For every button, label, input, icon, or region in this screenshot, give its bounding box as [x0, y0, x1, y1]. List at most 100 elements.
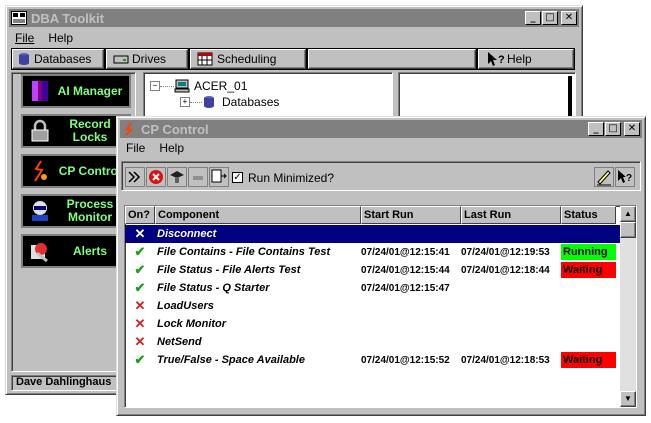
disabled-icon[interactable]	[188, 167, 208, 187]
scroll-thumb[interactable]	[620, 222, 636, 238]
cell-component: File Status - File Alerts Test	[157, 264, 301, 276]
cell-last-run: 07/24/01@12:18:53	[461, 354, 550, 366]
tab-databases[interactable]: Databases	[12, 49, 104, 69]
tab-scheduling[interactable]: Scheduling	[190, 49, 306, 69]
scroll-up-button[interactable]: ▲	[620, 206, 636, 222]
svg-text:?: ?	[626, 173, 632, 184]
col-header-last-run[interactable]: Last Run	[461, 206, 561, 224]
cell-component: Lock Monitor	[157, 318, 227, 330]
tab-drives-label: Drives	[132, 52, 167, 66]
table-row[interactable]: ✕ Disconnect	[125, 225, 620, 243]
status-user: Dave Dahlinghaus	[16, 376, 112, 388]
status-badge	[561, 298, 616, 314]
context-help-icon[interactable]: ?	[615, 167, 635, 187]
help-button-label: Help	[507, 52, 532, 66]
cp-control-icon	[34, 160, 47, 182]
enabled-check-icon[interactable]: ✔	[125, 352, 155, 368]
status-badge	[561, 316, 616, 332]
tree-child-node[interactable]: + Databases	[180, 95, 279, 109]
close-button[interactable]: ✕	[561, 11, 577, 25]
tree-root-node[interactable]: − ACER_01	[150, 79, 247, 93]
main-titlebar[interactable]: DBA Toolkit _ □ ✕	[9, 9, 579, 27]
cp-menu-file[interactable]: File	[126, 141, 145, 155]
collapse-icon[interactable]: −	[150, 81, 160, 91]
disabled-x-icon[interactable]: ✕	[125, 334, 155, 350]
menu-help[interactable]: Help	[48, 31, 73, 45]
nav-record-locks[interactable]: Record Locks	[21, 114, 131, 148]
nav-ai-manager-label: AI Manager	[57, 83, 123, 98]
tree-root-label: ACER_01	[194, 79, 248, 93]
cp-close-button[interactable]: ✕	[624, 122, 640, 136]
col-header-start-run[interactable]: Start Run	[361, 206, 461, 224]
cp-menu-help[interactable]: Help	[159, 141, 184, 155]
main-toolbar: Databases Drives Scheduling ? Help	[11, 48, 575, 70]
nav-alerts[interactable]: Alerts	[21, 234, 131, 268]
cp-window-icon	[125, 122, 133, 136]
minimize-button[interactable]: _	[525, 11, 541, 25]
cell-component: File Contains - File Contains Test	[157, 246, 331, 258]
disabled-x-icon[interactable]: ✕	[125, 226, 155, 242]
cell-start-run: 07/24/01@12:15:44	[361, 264, 450, 276]
run-minimized-checkbox[interactable]: ✓	[232, 172, 243, 183]
cell-start-run: 07/24/01@12:15:41	[361, 246, 450, 258]
table-row[interactable]: ✕ NetSend	[125, 333, 620, 351]
hat-icon[interactable]	[167, 167, 187, 187]
disabled-x-icon[interactable]: ✕	[125, 316, 155, 332]
help-button[interactable]: ? Help	[478, 49, 574, 69]
alerts-icon	[31, 243, 48, 263]
table-row[interactable]: ✔ File Status - File Alerts Test 07/24/01@…	[125, 261, 620, 279]
database-icon	[19, 53, 29, 65]
cell-component: NetSend	[157, 336, 202, 348]
tab-spacer	[308, 49, 476, 69]
cp-maximize-button[interactable]: □	[605, 122, 621, 136]
grid-scrollbar[interactable]: ▲ ▼	[620, 206, 636, 407]
disabled-x-icon[interactable]: ✕	[125, 298, 155, 314]
stop-icon[interactable]	[146, 167, 166, 187]
menu-file[interactable]: File	[15, 31, 34, 45]
enabled-check-icon[interactable]: ✔	[125, 262, 155, 278]
col-header-on[interactable]: On?	[125, 206, 155, 224]
cell-start-run: 07/24/01@12:15:47	[361, 282, 450, 294]
status-badge	[561, 280, 616, 296]
table-row[interactable]: ✔ True/False - Space Available 07/24/01@12…	[125, 351, 620, 369]
table-row[interactable]: ✕ Lock Monitor	[125, 315, 620, 333]
nav-cp-control[interactable]: CP Control	[21, 154, 131, 188]
grid-header: On? Component Start Run Last Run Status	[125, 206, 616, 224]
enabled-check-icon[interactable]: ✔	[125, 244, 155, 260]
computer-icon	[174, 79, 190, 93]
status-badge: Waiting	[561, 352, 616, 368]
nav-process-monitor[interactable]: Process Monitor	[21, 194, 131, 228]
status-badge	[561, 334, 616, 350]
status-badge	[561, 226, 616, 242]
tree-dotted-line	[190, 101, 202, 103]
add-component-icon[interactable]	[209, 167, 229, 187]
status-badge: Running	[561, 244, 616, 260]
svg-text:?: ?	[498, 54, 505, 66]
edit-icon[interactable]	[594, 167, 614, 187]
tab-drives[interactable]: Drives	[106, 49, 188, 69]
nav-ai-manager[interactable]: AI Manager	[21, 74, 131, 108]
cell-last-run: 07/24/01@12:19:53	[461, 246, 550, 258]
process-monitor-icon	[32, 201, 48, 221]
scroll-down-button[interactable]: ▼	[620, 391, 636, 407]
col-header-component[interactable]: Component	[155, 206, 361, 224]
cell-component: Disconnect	[157, 228, 217, 240]
cp-titlebar[interactable]: CP Control _ □ ✕	[120, 120, 642, 138]
ai-manager-icon	[32, 81, 48, 101]
status-badge: Waiting	[561, 262, 616, 278]
table-row[interactable]: ✕ LoadUsers	[125, 297, 620, 315]
fast-forward-icon[interactable]	[125, 167, 145, 187]
tree-dotted-line	[160, 85, 174, 87]
cp-menubar: File Help	[126, 141, 184, 155]
enabled-check-icon[interactable]: ✔	[125, 280, 155, 296]
run-minimized-label: Run Minimized?	[248, 171, 335, 185]
maximize-button[interactable]: □	[542, 11, 558, 25]
table-row[interactable]: ✔ File Contains - File Contains Test 07/24…	[125, 243, 620, 261]
tab-scheduling-label: Scheduling	[217, 52, 277, 66]
tab-databases-label: Databases	[34, 52, 92, 66]
expand-icon[interactable]: +	[180, 97, 190, 107]
app-icon	[11, 11, 27, 25]
col-header-status[interactable]: Status	[561, 206, 616, 224]
cp-minimize-button[interactable]: _	[588, 122, 604, 136]
table-row[interactable]: ✔ File Status - Q Starter 07/24/01@12:15:4…	[125, 279, 620, 297]
